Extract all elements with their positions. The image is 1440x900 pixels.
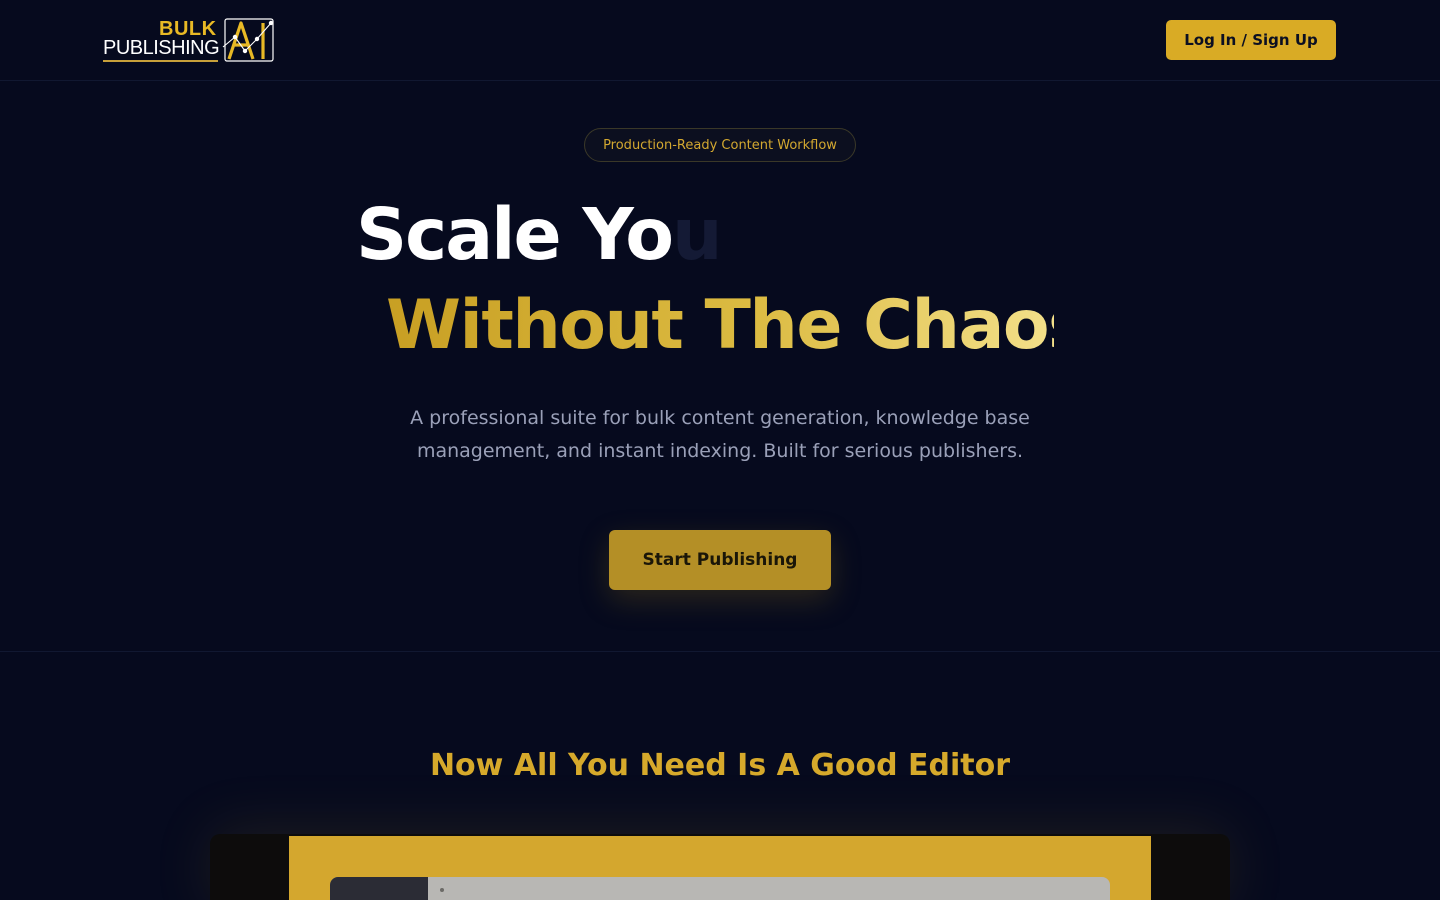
start-publishing-button[interactable]: Start Publishing (609, 530, 831, 590)
login-signup-button[interactable]: Log In / Sign Up (1166, 20, 1336, 60)
hero-subtitle: A professional suite for bulk content ge… (410, 407, 1030, 462)
logo-word-publishing: PUBLISHING (103, 37, 220, 59)
editor-preview-screenshot (330, 877, 1110, 900)
logo-underline (103, 60, 218, 62)
section-divider (0, 651, 1440, 652)
editor-preview-backdrop (289, 836, 1151, 900)
editor-preview-frame (210, 834, 1230, 900)
editor-preview-sidebar (330, 877, 428, 900)
editor-section-title: Now All You Need Is A Good Editor (429, 748, 1011, 783)
hero-headline-line1: Scale You (356, 193, 723, 277)
site-header: BULK PUBLISHING Log In / Sign Up (0, 0, 1440, 81)
workflow-badge: Production-Ready Content Workflow (584, 128, 856, 162)
bulk-publishing-ai-logo[interactable]: BULK PUBLISHING (103, 17, 275, 65)
ai-logo-mark-icon (222, 18, 274, 62)
headline-faded-text: u (672, 193, 723, 276)
editor-preview-indicator (440, 888, 444, 892)
hero-headline-line2: Without The Chaos. (386, 283, 1113, 369)
headline-typed-text: Scale Yo (356, 193, 674, 276)
landing-page: BULK PUBLISHING Log In / Sign Up Product… (0, 0, 1440, 900)
